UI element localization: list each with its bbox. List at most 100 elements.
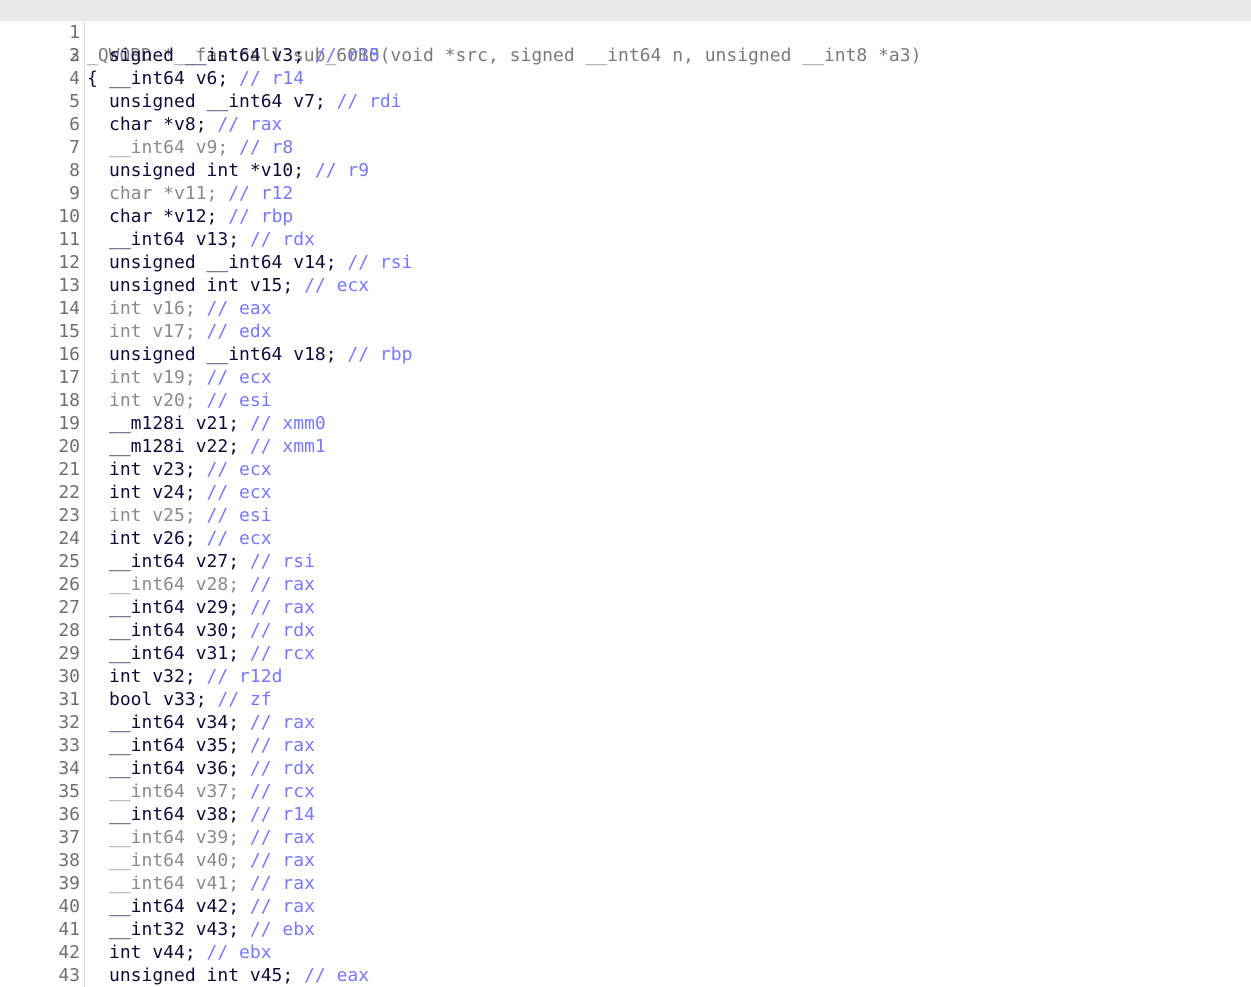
variable-declaration[interactable]: unsigned __int64 v14; (109, 252, 347, 273)
declaration-text[interactable]: char *v12; // rbp (109, 205, 293, 228)
code-line-declaration[interactable]: 41 __int32 v43; // ebx (0, 918, 1251, 941)
declaration-text[interactable]: __int64 v37; // rcx (109, 780, 315, 803)
variable-declaration[interactable]: __int64 v42; (109, 896, 250, 917)
declaration-text[interactable]: __m128i v22; // xmm1 (109, 435, 326, 458)
variable-declaration[interactable]: __int64 v36; (109, 758, 250, 779)
code-line-declaration[interactable]: 29 __int64 v31; // rcx (0, 642, 1251, 665)
code-line-declaration[interactable]: 8 unsigned int *v10; // r9 (0, 159, 1251, 182)
code-line-declaration[interactable]: 7 __int64 v9; // r8 (0, 136, 1251, 159)
variable-declaration[interactable]: int v16; (109, 298, 207, 319)
variable-declaration[interactable]: int v44; (109, 942, 207, 963)
declaration-text[interactable]: __int64 v42; // rax (109, 895, 315, 918)
variable-declaration[interactable]: __int64 v41; (109, 873, 250, 894)
variable-declaration[interactable]: int v32; (109, 666, 207, 687)
variable-declaration[interactable]: int v20; (109, 390, 207, 411)
code-line-declaration[interactable]: 12 unsigned __int64 v14; // rsi (0, 251, 1251, 274)
declaration-text[interactable]: char *v11; // r12 (109, 182, 293, 205)
variable-declaration[interactable]: unsigned __int64 v18; (109, 344, 347, 365)
variable-declaration[interactable]: int v23; (109, 459, 207, 480)
variable-declaration[interactable]: unsigned int *v10; (109, 160, 315, 181)
variable-declaration[interactable]: unsigned __int64 v7; (109, 91, 337, 112)
variable-declaration[interactable]: __int64 v31; (109, 643, 250, 664)
code-line-declaration[interactable]: 20 __m128i v22; // xmm1 (0, 435, 1251, 458)
code-line-declaration[interactable]: 4 __int64 v6; // r14 (0, 67, 1251, 90)
code-line-declaration[interactable]: 19 __m128i v21; // xmm0 (0, 412, 1251, 435)
code-line-declaration[interactable]: 22 int v24; // ecx (0, 481, 1251, 504)
variable-declaration[interactable]: int v26; (109, 528, 207, 549)
code-line-declaration[interactable]: 36 __int64 v38; // r14 (0, 803, 1251, 826)
code-line-declaration[interactable]: 9 char *v11; // r12 (0, 182, 1251, 205)
code-line-open-brace[interactable]: 2 { (0, 21, 1251, 89)
code-line-declaration[interactable]: 3 signed __int64 v3; // r15 (0, 44, 1251, 67)
code-line-declaration[interactable]: 33 __int64 v35; // rax (0, 734, 1251, 757)
declaration-text[interactable]: int v16; // eax (109, 297, 272, 320)
declaration-text[interactable]: unsigned __int64 v18; // rbp (109, 343, 412, 366)
variable-declaration[interactable]: __int64 v6; (109, 68, 239, 89)
code-line-declaration[interactable]: 37 __int64 v39; // rax (0, 826, 1251, 849)
declaration-text[interactable]: signed __int64 v3; // r15 (109, 44, 380, 67)
declaration-text[interactable]: unsigned __int64 v7; // rdi (109, 90, 402, 113)
declaration-text[interactable]: int v24; // ecx (109, 481, 272, 504)
declaration-text[interactable]: int v26; // ecx (109, 527, 272, 550)
declaration-text[interactable]: __int64 v6; // r14 (109, 67, 304, 90)
code-line-declaration[interactable]: 11 __int64 v13; // rdx (0, 228, 1251, 251)
variable-declaration[interactable]: __int64 v13; (109, 229, 250, 250)
declaration-text[interactable]: unsigned __int64 v14; // rsi (109, 251, 412, 274)
variable-declaration[interactable]: __int64 v29; (109, 597, 250, 618)
code-line-declaration[interactable]: 38 __int64 v40; // rax (0, 849, 1251, 872)
code-line-declaration[interactable]: 23 int v25; // esi (0, 504, 1251, 527)
declaration-text[interactable]: __int64 v28; // rax (109, 573, 315, 596)
code-line-function-header[interactable]: 1 _QWORD *__fastcall sub_60B0(void *src,… (0, 0, 1251, 66)
code-line-declaration[interactable]: 34 __int64 v36; // rdx (0, 757, 1251, 780)
code-line-declaration[interactable]: 14 int v16; // eax (0, 297, 1251, 320)
declaration-text[interactable]: int v20; // esi (109, 389, 272, 412)
declaration-text[interactable]: __int64 v34; // rax (109, 711, 315, 734)
code-line-declaration[interactable]: 28 __int64 v30; // rdx (0, 619, 1251, 642)
declaration-text[interactable]: unsigned int v15; // ecx (109, 274, 369, 297)
declaration-text[interactable]: __int64 v35; // rax (109, 734, 315, 757)
declaration-text[interactable]: __int64 v39; // rax (109, 826, 315, 849)
code-line-declaration[interactable]: 18 int v20; // esi (0, 389, 1251, 412)
variable-declaration[interactable]: int v24; (109, 482, 207, 503)
code-line-declaration[interactable]: 5 unsigned __int64 v7; // rdi (0, 90, 1251, 113)
variable-declaration[interactable]: __int64 v38; (109, 804, 250, 825)
code-line-declaration[interactable]: 40 __int64 v42; // rax (0, 895, 1251, 918)
variable-declaration[interactable]: unsigned int v45; (109, 965, 304, 986)
declaration-text[interactable]: __int64 v30; // rdx (109, 619, 315, 642)
variable-declaration[interactable]: __int64 v37; (109, 781, 250, 802)
declaration-text[interactable]: __int32 v43; // ebx (109, 918, 315, 941)
variable-declaration[interactable]: __int64 v30; (109, 620, 250, 641)
variable-declaration[interactable]: __int64 v39; (109, 827, 250, 848)
variable-declaration[interactable]: char *v12; (109, 206, 228, 227)
code-line-declaration[interactable]: 13 unsigned int v15; // ecx (0, 274, 1251, 297)
code-line-declaration[interactable]: 10 char *v12; // rbp (0, 205, 1251, 228)
variable-declaration[interactable]: __int64 v35; (109, 735, 250, 756)
declaration-text[interactable]: __int64 v9; // r8 (109, 136, 293, 159)
declaration-text[interactable]: bool v33; // zf (109, 688, 272, 711)
code-line-declaration[interactable]: 27 __int64 v29; // rax (0, 596, 1251, 619)
code-line-declaration[interactable]: 24 int v26; // ecx (0, 527, 1251, 550)
declaration-text[interactable]: __int64 v41; // rax (109, 872, 315, 895)
variable-declaration[interactable]: __int64 v9; (109, 137, 239, 158)
declaration-text[interactable]: unsigned int v45; // eax (109, 964, 369, 987)
declaration-text[interactable]: char *v8; // rax (109, 113, 282, 136)
variable-declaration[interactable]: int v25; (109, 505, 207, 526)
declaration-text[interactable]: __int64 v29; // rax (109, 596, 315, 619)
code-line-declaration[interactable]: 43 unsigned int v45; // eax (0, 964, 1251, 987)
variable-declaration[interactable]: __m128i v22; (109, 436, 250, 457)
code-line-declaration[interactable]: 21 int v23; // ecx (0, 458, 1251, 481)
variable-declaration[interactable]: __int64 v27; (109, 551, 250, 572)
declaration-text[interactable]: int v25; // esi (109, 504, 272, 527)
variable-declaration[interactable]: int v19; (109, 367, 207, 388)
declaration-text[interactable]: __int64 v36; // rdx (109, 757, 315, 780)
code-line-declaration[interactable]: 32 __int64 v34; // rax (0, 711, 1251, 734)
declaration-text[interactable]: int v44; // ebx (109, 941, 272, 964)
variable-declaration[interactable]: int v17; (109, 321, 207, 342)
declaration-text[interactable]: __int64 v27; // rsi (109, 550, 315, 573)
code-line-declaration[interactable]: 42 int v44; // ebx (0, 941, 1251, 964)
declaration-text[interactable]: int v17; // edx (109, 320, 272, 343)
declaration-text[interactable]: int v23; // ecx (109, 458, 272, 481)
declaration-text[interactable]: __int64 v38; // r14 (109, 803, 315, 826)
declaration-text[interactable]: __int64 v40; // rax (109, 849, 315, 872)
code-line-declaration[interactable]: 17 int v19; // ecx (0, 366, 1251, 389)
